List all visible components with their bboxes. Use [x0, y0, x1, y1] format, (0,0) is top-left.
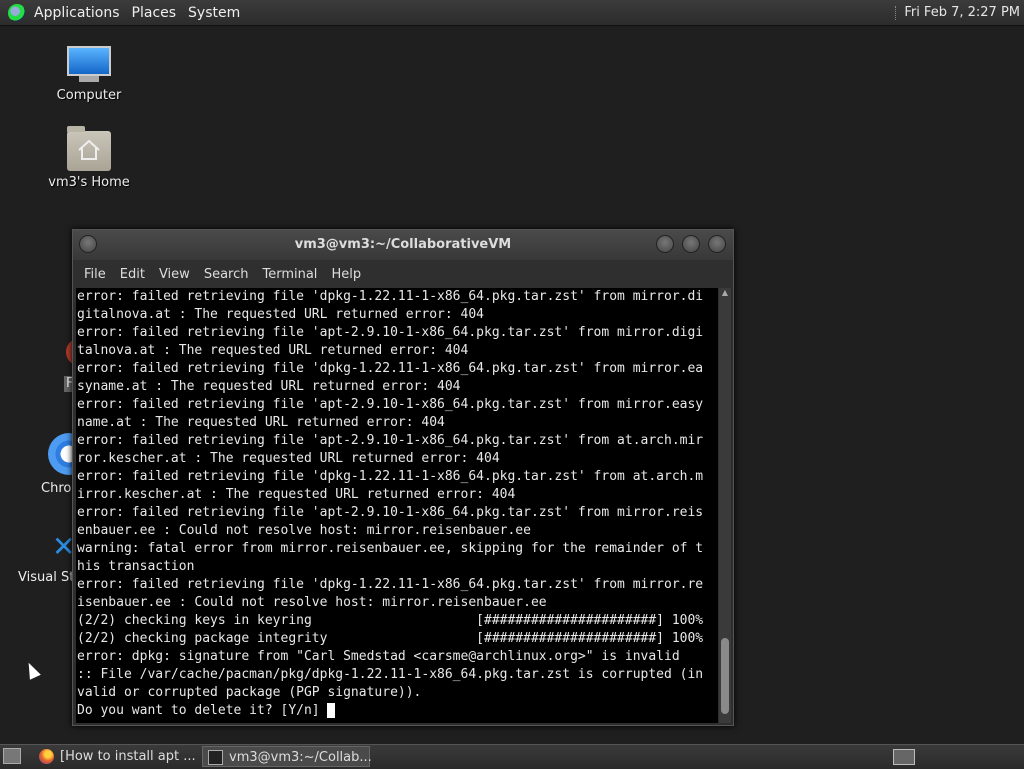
- menu-terminal[interactable]: Terminal: [262, 267, 317, 282]
- terminal-menubar: File Edit View Search Terminal Help: [73, 260, 733, 288]
- desktop-icon-home[interactable]: vm3's Home: [44, 126, 134, 190]
- terminal-line: error: failed retrieving file 'dpkg-1.22…: [77, 361, 704, 376]
- scroll-up-icon[interactable]: ▲: [719, 288, 731, 298]
- desktop-icon-label: vm3's Home: [48, 175, 130, 190]
- maximize-button[interactable]: [682, 235, 700, 253]
- task-label: vm3@vm3:~/Collab...: [229, 750, 372, 765]
- terminal-line: error: failed retrieving file 'apt-2.9.1…: [77, 505, 704, 520]
- terminal-window[interactable]: vm3@vm3:~/CollaborativeVM File Edit View…: [72, 229, 734, 726]
- desktop-icon-computer[interactable]: Computer: [50, 46, 128, 103]
- terminal-line: error: failed retrieving file 'dpkg-1.22…: [77, 469, 704, 484]
- terminal-icon: [208, 750, 223, 765]
- taskbar-item-terminal[interactable]: vm3@vm3:~/Collab...: [202, 746, 372, 767]
- terminal-line: (2/2) checking package integrity [######…: [77, 631, 704, 646]
- taskbar-item-browser[interactable]: [How to install apt ...: [34, 746, 198, 767]
- system-menu[interactable]: System: [188, 5, 240, 21]
- window-title: vm3@vm3:~/CollaborativeVM: [294, 237, 512, 252]
- close-button[interactable]: [708, 235, 726, 253]
- terminal-cursor: [327, 703, 336, 718]
- main-menu-icon[interactable]: [8, 3, 26, 22]
- home-folder-icon: [67, 126, 111, 171]
- show-desktop-button[interactable]: [3, 748, 21, 764]
- panel-menus: Applications Places System: [26, 5, 244, 21]
- title-bar[interactable]: vm3@vm3:~/CollaborativeVM: [73, 230, 733, 260]
- computer-icon: [65, 46, 113, 84]
- terminal-text: error: failed retrieving file 'dpkg-1.22…: [76, 288, 718, 720]
- terminal-line: talnova.at : The requested URL returned …: [77, 343, 469, 358]
- bottom-taskbar: [How to install apt ... vm3@vm3:~/Collab…: [0, 744, 1024, 769]
- panel-clock[interactable]: Fri Feb 7, 2:27 PM: [895, 0, 1020, 25]
- minimize-button[interactable]: [656, 235, 674, 253]
- terminal-line: error: failed retrieving file 'dpkg-1.22…: [77, 289, 704, 304]
- terminal-line: his transaction: [77, 559, 195, 574]
- terminal-line: ror.kescher.at : The requested URL retur…: [77, 451, 500, 466]
- menu-file[interactable]: File: [84, 267, 106, 282]
- terminal-line: error: dpkg: signature from "Carl Smedst…: [77, 649, 680, 664]
- terminal-line: enbauer.ee : Could not resolve host: mir…: [77, 523, 531, 538]
- panel-separator: [895, 5, 898, 20]
- terminal-line: error: failed retrieving file 'apt-2.9.1…: [77, 397, 704, 412]
- applications-menu[interactable]: Applications: [34, 5, 120, 21]
- top-panel: Applications Places System Fri Feb 7, 2:…: [0, 0, 1024, 26]
- terminal-line: isenbauer.ee : Could not resolve host: m…: [77, 595, 547, 610]
- workspace-switcher[interactable]: [893, 749, 915, 765]
- scrollbar-thumb[interactable]: [721, 638, 729, 714]
- firefox-icon: [39, 749, 54, 764]
- terminal-line: :: File /var/cache/pacman/pkg/dpkg-1.22.…: [77, 667, 704, 682]
- menu-help[interactable]: Help: [331, 267, 361, 282]
- places-menu[interactable]: Places: [132, 5, 177, 21]
- terminal-scrollbar[interactable]: ▲: [719, 288, 731, 723]
- clock-text: Fri Feb 7, 2:27 PM: [904, 5, 1020, 20]
- terminal-line: Do you want to delete it? [Y/n]: [77, 702, 718, 720]
- terminal-line: error: failed retrieving file 'apt-2.9.1…: [77, 433, 704, 448]
- terminal-line: syname.at : The requested URL returned e…: [77, 379, 461, 394]
- terminal-line: name.at : The requested URL returned err…: [77, 415, 445, 430]
- terminal-line: irror.kescher.at : The requested URL ret…: [77, 487, 516, 502]
- terminal-line: gitalnova.at : The requested URL returne…: [77, 307, 484, 322]
- terminal-line: valid or corrupted package (PGP signatur…: [77, 685, 422, 700]
- terminal-line: warning: fatal error from mirror.reisenb…: [77, 541, 704, 556]
- terminal-output[interactable]: error: failed retrieving file 'dpkg-1.22…: [76, 288, 718, 723]
- menu-view[interactable]: View: [159, 267, 190, 282]
- terminal-line: error: failed retrieving file 'apt-2.9.1…: [77, 325, 704, 340]
- menu-edit[interactable]: Edit: [120, 267, 145, 282]
- terminal-line: (2/2) checking keys in keyring [########…: [77, 613, 704, 628]
- menu-search[interactable]: Search: [204, 267, 249, 282]
- task-label: [How to install apt ...: [60, 749, 196, 764]
- desktop-icon-label: Computer: [56, 88, 122, 103]
- terminal-line: error: failed retrieving file 'dpkg-1.22…: [77, 577, 704, 592]
- mouse-pointer-icon: [23, 660, 41, 680]
